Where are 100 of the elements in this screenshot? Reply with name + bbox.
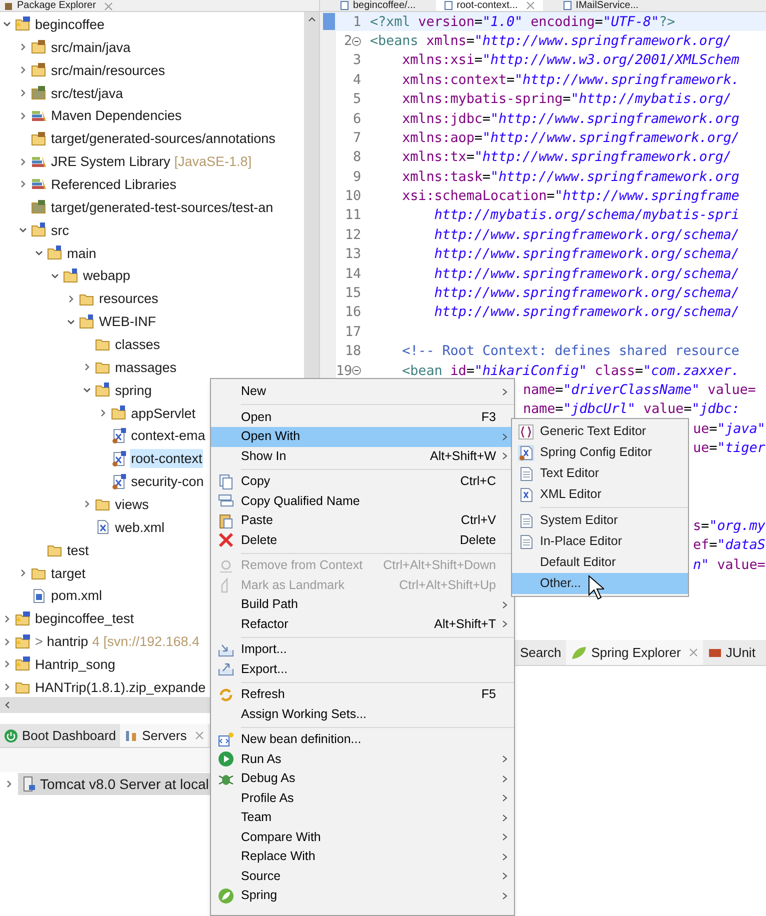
tree-item[interactable]: spring — [114, 380, 153, 400]
tree-item[interactable]: appServlet — [130, 404, 197, 423]
line-number: 19 — [336, 362, 352, 381]
menu-item[interactable]: Generic Text Editor — [512, 421, 688, 442]
tree-item[interactable]: Maven Dependencies — [50, 106, 183, 126]
code-line: http://mybatis.org/schema/mybatis-spri — [433, 206, 740, 226]
expand-chevron-icon[interactable] — [18, 65, 28, 76]
menu-item[interactable]: Spring — [211, 886, 514, 906]
view-tab[interactable]: Spring Explorer — [566, 640, 703, 665]
menu-item[interactable]: Run As — [211, 750, 514, 769]
tree-item[interactable]: src — [50, 220, 70, 240]
expand-chevron-icon[interactable] — [66, 294, 76, 304]
fold-icon[interactable] — [352, 36, 361, 46]
menu-item[interactable]: Replace With — [211, 847, 514, 866]
menu-item[interactable]: Source — [211, 866, 514, 886]
expand-chevron-icon[interactable] — [82, 362, 92, 372]
expand-chevron-icon[interactable] — [2, 682, 12, 692]
tree-item[interactable]: begincoffee — [34, 14, 106, 34]
menu-item[interactable]: Import... — [211, 640, 514, 660]
view-tab[interactable]: Servers — [120, 724, 208, 747]
expand-chevron-icon[interactable] — [18, 42, 28, 52]
menu-label: Build Path — [241, 596, 299, 614]
code-line: <?xml version="1.0" encoding="UTF-8"?> — [370, 12, 676, 32]
tree-item[interactable]: test — [66, 540, 90, 560]
file-icon — [562, 1, 572, 10]
tree-item[interactable]: src/main/resources — [50, 60, 166, 80]
tree-item[interactable]: JRE System Library [JavaSE-1.8] — [50, 152, 253, 172]
menu-item[interactable]: Default Editor — [512, 552, 688, 573]
leaf-icon — [218, 888, 234, 904]
menu-item[interactable]: Export... — [211, 660, 514, 679]
fold-icon[interactable] — [352, 366, 361, 376]
menu-item[interactable]: In-Place Editor — [512, 531, 688, 552]
menu-item[interactable]: System Editor — [512, 510, 688, 531]
tree-item[interactable]: resources — [98, 289, 160, 308]
menu-item[interactable]: Copy Ctrl+C — [211, 472, 514, 492]
menu-item[interactable]: Open F3 — [211, 408, 514, 427]
tree-item[interactable]: > hantrip 4 [svn://192.168.4 — [34, 632, 200, 652]
expand-chevron-icon[interactable] — [98, 408, 108, 418]
tree-item[interactable]: begincoffee_test — [34, 609, 135, 628]
xml-file-icon — [111, 450, 127, 467]
menu-item[interactable]: Copy Qualified Name — [211, 492, 514, 511]
scroll-left-icon — [4, 701, 10, 709]
expand-chevron-icon[interactable] — [18, 568, 28, 578]
expand-chevron-icon[interactable] — [18, 179, 28, 190]
tree-item[interactable]: src/test/java — [50, 84, 124, 102]
menu-label: New bean definition... — [241, 731, 362, 748]
editor-tab[interactable]: IMailService... — [554, 0, 647, 11]
menu-item[interactable]: Spring Config Editor — [512, 442, 688, 463]
tree-item[interactable]: Hantrip_song — [34, 654, 116, 674]
menu-item[interactable]: New — [211, 382, 514, 402]
tree-item[interactable]: target/generated-sources/annotations — [50, 129, 276, 148]
view-tab[interactable]: Search — [515, 640, 566, 665]
menu-item[interactable]: Refactor Alt+Shift+T — [211, 614, 514, 634]
tree-item[interactable]: massages — [114, 358, 178, 377]
tree-item[interactable]: HANTrip(1.8.1).zip_expande — [34, 678, 207, 697]
tree-item[interactable]: webapp — [82, 266, 132, 286]
code-line: <bean id="hikariConfig" class="com.zaxxer. — [401, 362, 740, 381]
expand-chevron-icon[interactable] — [82, 499, 92, 510]
menu-item[interactable]: Team — [211, 808, 514, 828]
menu-item[interactable]: Compare With — [211, 828, 514, 847]
tree-item[interactable]: web.xml — [114, 518, 166, 537]
tree-item[interactable]: views — [114, 494, 150, 514]
tree-item[interactable]: classes — [114, 334, 162, 354]
tree-item[interactable]: context-ema — [130, 426, 206, 446]
expand-chevron-icon[interactable] — [18, 156, 28, 167]
menu-item[interactable]: Delete Delete — [211, 530, 514, 550]
menu-item[interactable]: Paste Ctrl+V — [211, 511, 514, 530]
tree-item[interactable]: target/generated-test-sources/test-an — [50, 198, 274, 217]
menu-item[interactable]: Text Editor — [512, 463, 688, 484]
menu-label: Team — [241, 809, 273, 826]
chevron-icon[interactable] — [4, 779, 14, 789]
menu-item[interactable]: Other... — [512, 573, 688, 594]
code-line: http://www.springframework.org/schema/ — [433, 226, 740, 245]
tree-item[interactable]: security-con — [130, 472, 205, 492]
expand-chevron-icon[interactable] — [2, 659, 12, 670]
editor-tab[interactable]: begincoffee/... — [332, 0, 424, 11]
expand-chevron-icon[interactable] — [2, 636, 12, 647]
pom-file-icon — [31, 588, 47, 604]
menu-item[interactable]: Build Path — [211, 595, 514, 614]
package-folder-icon — [31, 130, 47, 147]
menu-item[interactable]: Assign Working Sets... — [211, 704, 514, 724]
menu-item[interactable]: Open With — [211, 427, 514, 446]
expand-chevron-icon[interactable] — [18, 110, 28, 121]
menu-item[interactable]: Show In Alt+Shift+W — [211, 446, 514, 466]
shortcut-label: Ctrl+Alt+Shift+Down — [383, 557, 496, 574]
editor-tab[interactable]: root-context... — [436, 0, 543, 11]
menu-item[interactable]: Refresh F5 — [211, 685, 514, 704]
menu-item[interactable]: New bean definition... — [211, 730, 514, 750]
expand-chevron-icon[interactable] — [18, 88, 28, 98]
view-tab[interactable]: Boot Dashboard — [0, 724, 120, 747]
tree-item[interactable]: main — [66, 244, 98, 263]
tree-item[interactable]: src/main/java — [50, 38, 132, 57]
tree-item[interactable]: pom.xml — [50, 586, 104, 606]
tree-item[interactable]: root-context — [130, 449, 204, 468]
view-tab[interactable]: JUnit — [702, 640, 760, 665]
tree-item[interactable]: Referenced Libraries — [50, 174, 178, 194]
tree-item[interactable]: target — [50, 564, 87, 583]
tree-item[interactable]: WEB-INF — [98, 312, 157, 332]
menu-item[interactable]: XML Editor — [512, 484, 688, 505]
expand-chevron-icon[interactable] — [2, 614, 12, 624]
